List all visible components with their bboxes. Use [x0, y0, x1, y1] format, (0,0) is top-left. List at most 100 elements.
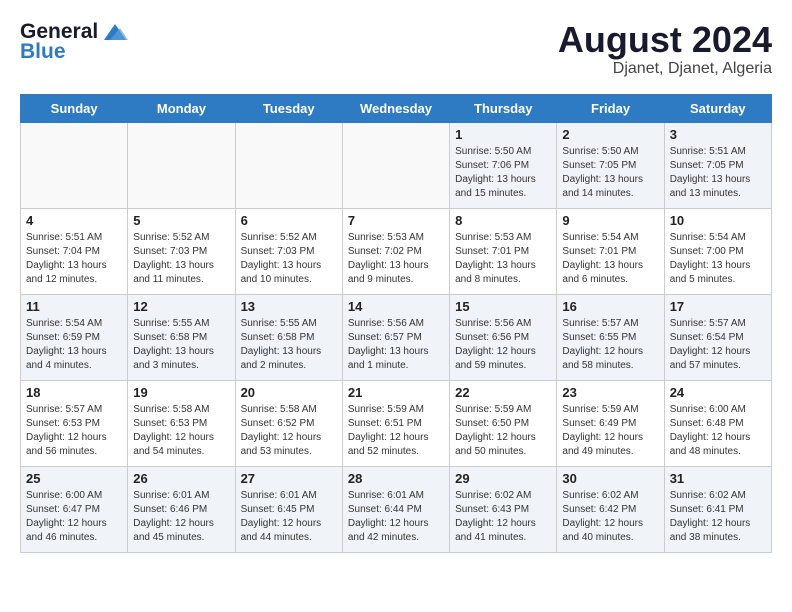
calendar-cell: 20Sunrise: 5:58 AM Sunset: 6:52 PM Dayli… [235, 380, 342, 466]
calendar-cell: 16 Sunrise: 5:57 AM Sunset: 6:55 PM Dayli… [557, 294, 664, 380]
cell-sun-info: Sunrise: 5:52 AM Sunset: 7:03 PM Dayligh… [241, 231, 337, 287]
title-block: August 2024 Djanet, Djanet, Algeria [558, 20, 772, 78]
weekday-header: Thursday [450, 94, 557, 122]
calendar-week-row: 25 Sunrise: 6:00 AM Sunset: 6:47 PM Dayli… [21, 466, 772, 552]
cell-sun-info: Sunrise: 6:01 AM Sunset: 6:45 PM Dayligh… [241, 489, 337, 545]
calendar-cell [342, 122, 449, 208]
calendar-cell: 11Sunrise: 5:54 AM Sunset: 6:59 PM Dayli… [21, 294, 128, 380]
weekday-header: Friday [557, 94, 664, 122]
calendar-table: SundayMondayTuesdayWednesdayThursdayFrid… [20, 94, 772, 553]
cell-sun-info: Sunrise: 6:01 AM Sunset: 6:46 PM Dayligh… [133, 489, 229, 545]
calendar-week-row: 4 Sunrise: 5:51 AM Sunset: 7:04 PM Daylig… [21, 208, 772, 294]
calendar-week-row: 18 Sunrise: 5:57 AM Sunset: 6:53 PM Dayli… [21, 380, 772, 466]
day-number: 18 [26, 385, 122, 400]
calendar-cell: 18 Sunrise: 5:57 AM Sunset: 6:53 PM Dayli… [21, 380, 128, 466]
calendar-cell: 24Sunrise: 6:00 AM Sunset: 6:48 PM Dayli… [664, 380, 771, 466]
calendar-cell [235, 122, 342, 208]
day-number: 28 [348, 471, 444, 486]
cell-sun-info: Sunrise: 6:00 AM Sunset: 6:48 PM Dayligh… [670, 403, 766, 459]
cell-sun-info: Sunrise: 5:55 AM Sunset: 6:58 PM Dayligh… [241, 317, 337, 373]
cell-sun-info: Sunrise: 5:55 AM Sunset: 6:58 PM Dayligh… [133, 317, 229, 373]
location: Djanet, Djanet, Algeria [558, 60, 772, 78]
cell-sun-info: Sunrise: 5:58 AM Sunset: 6:53 PM Dayligh… [133, 403, 229, 459]
cell-sun-info: Sunrise: 5:51 AM Sunset: 7:04 PM Dayligh… [26, 231, 122, 287]
day-number: 29 [455, 471, 551, 486]
calendar-cell [21, 122, 128, 208]
calendar-cell: 3Sunrise: 5:51 AM Sunset: 7:05 PM Daylig… [664, 122, 771, 208]
weekday-header: Wednesday [342, 94, 449, 122]
day-number: 13 [241, 299, 337, 314]
calendar-cell: 27 Sunrise: 6:01 AM Sunset: 6:45 PM Dayli… [235, 466, 342, 552]
calendar-cell: 12 Sunrise: 5:55 AM Sunset: 6:58 PM Dayli… [128, 294, 235, 380]
logo-blue: Blue [20, 40, 66, 64]
cell-sun-info: Sunrise: 5:56 AM Sunset: 6:56 PM Dayligh… [455, 317, 551, 373]
cell-sun-info: Sunrise: 6:00 AM Sunset: 6:47 PM Dayligh… [26, 489, 122, 545]
day-number: 30 [562, 471, 658, 486]
cell-sun-info: Sunrise: 6:02 AM Sunset: 6:42 PM Dayligh… [562, 489, 658, 545]
logo-icon [100, 22, 130, 42]
day-number: 7 [348, 213, 444, 228]
day-number: 27 [241, 471, 337, 486]
day-number: 16 [562, 299, 658, 314]
month-title: August 2024 [558, 20, 772, 60]
calendar-cell: 4 Sunrise: 5:51 AM Sunset: 7:04 PM Daylig… [21, 208, 128, 294]
day-number: 31 [670, 471, 766, 486]
day-number: 10 [670, 213, 766, 228]
calendar-cell: 9 Sunrise: 5:54 AM Sunset: 7:01 PM Daylig… [557, 208, 664, 294]
cell-sun-info: Sunrise: 5:54 AM Sunset: 6:59 PM Dayligh… [26, 317, 122, 373]
day-number: 12 [133, 299, 229, 314]
calendar-cell: 30 Sunrise: 6:02 AM Sunset: 6:42 PM Dayli… [557, 466, 664, 552]
calendar-cell: 29Sunrise: 6:02 AM Sunset: 6:43 PM Dayli… [450, 466, 557, 552]
cell-sun-info: Sunrise: 5:57 AM Sunset: 6:53 PM Dayligh… [26, 403, 122, 459]
day-number: 2 [562, 127, 658, 142]
calendar-cell: 23Sunrise: 5:59 AM Sunset: 6:49 PM Dayli… [557, 380, 664, 466]
cell-sun-info: Sunrise: 5:51 AM Sunset: 7:05 PM Dayligh… [670, 145, 766, 201]
calendar-cell: 14Sunrise: 5:56 AM Sunset: 6:57 PM Dayli… [342, 294, 449, 380]
day-number: 25 [26, 471, 122, 486]
cell-sun-info: Sunrise: 5:53 AM Sunset: 7:01 PM Dayligh… [455, 231, 551, 287]
day-number: 6 [241, 213, 337, 228]
cell-sun-info: Sunrise: 5:52 AM Sunset: 7:03 PM Dayligh… [133, 231, 229, 287]
day-number: 19 [133, 385, 229, 400]
day-number: 21 [348, 385, 444, 400]
day-number: 22 [455, 385, 551, 400]
calendar-cell: 28 Sunrise: 6:01 AM Sunset: 6:44 PM Dayli… [342, 466, 449, 552]
cell-sun-info: Sunrise: 5:57 AM Sunset: 6:55 PM Dayligh… [562, 317, 658, 373]
calendar-cell: 21 Sunrise: 5:59 AM Sunset: 6:51 PM Dayli… [342, 380, 449, 466]
calendar-cell [128, 122, 235, 208]
calendar-cell: 6 Sunrise: 5:52 AM Sunset: 7:03 PM Daylig… [235, 208, 342, 294]
day-number: 8 [455, 213, 551, 228]
calendar-cell: 8 Sunrise: 5:53 AM Sunset: 7:01 PM Daylig… [450, 208, 557, 294]
calendar-cell: 17Sunrise: 5:57 AM Sunset: 6:54 PM Dayli… [664, 294, 771, 380]
day-number: 26 [133, 471, 229, 486]
day-number: 17 [670, 299, 766, 314]
page-header: General Blue August 2024 Djanet, Djanet,… [20, 20, 772, 78]
day-number: 1 [455, 127, 551, 142]
day-number: 9 [562, 213, 658, 228]
calendar-cell: 25 Sunrise: 6:00 AM Sunset: 6:47 PM Dayli… [21, 466, 128, 552]
cell-sun-info: Sunrise: 6:01 AM Sunset: 6:44 PM Dayligh… [348, 489, 444, 545]
cell-sun-info: Sunrise: 5:59 AM Sunset: 6:50 PM Dayligh… [455, 403, 551, 459]
cell-sun-info: Sunrise: 5:58 AM Sunset: 6:52 PM Dayligh… [241, 403, 337, 459]
calendar-cell: 26 Sunrise: 6:01 AM Sunset: 6:46 PM Dayli… [128, 466, 235, 552]
calendar-cell: 2 Sunrise: 5:50 AM Sunset: 7:05 PM Daylig… [557, 122, 664, 208]
cell-sun-info: Sunrise: 5:54 AM Sunset: 7:01 PM Dayligh… [562, 231, 658, 287]
cell-sun-info: Sunrise: 5:50 AM Sunset: 7:05 PM Dayligh… [562, 145, 658, 201]
calendar-cell: 15Sunrise: 5:56 AM Sunset: 6:56 PM Dayli… [450, 294, 557, 380]
calendar-week-row: 1Sunrise: 5:50 AM Sunset: 7:06 PM Daylig… [21, 122, 772, 208]
calendar-cell: 5 Sunrise: 5:52 AM Sunset: 7:03 PM Daylig… [128, 208, 235, 294]
calendar-cell: 22 Sunrise: 5:59 AM Sunset: 6:50 PM Dayli… [450, 380, 557, 466]
calendar-cell: 13 Sunrise: 5:55 AM Sunset: 6:58 PM Dayli… [235, 294, 342, 380]
weekday-header: Monday [128, 94, 235, 122]
weekday-header: Sunday [21, 94, 128, 122]
calendar-cell: 19 Sunrise: 5:58 AM Sunset: 6:53 PM Dayli… [128, 380, 235, 466]
cell-sun-info: Sunrise: 5:59 AM Sunset: 6:51 PM Dayligh… [348, 403, 444, 459]
cell-sun-info: Sunrise: 5:56 AM Sunset: 6:57 PM Dayligh… [348, 317, 444, 373]
cell-sun-info: Sunrise: 5:53 AM Sunset: 7:02 PM Dayligh… [348, 231, 444, 287]
weekday-header: Saturday [664, 94, 771, 122]
cell-sun-info: Sunrise: 5:59 AM Sunset: 6:49 PM Dayligh… [562, 403, 658, 459]
day-number: 4 [26, 213, 122, 228]
logo: General Blue [20, 20, 130, 64]
day-number: 5 [133, 213, 229, 228]
weekday-header-row: SundayMondayTuesdayWednesdayThursdayFrid… [21, 94, 772, 122]
